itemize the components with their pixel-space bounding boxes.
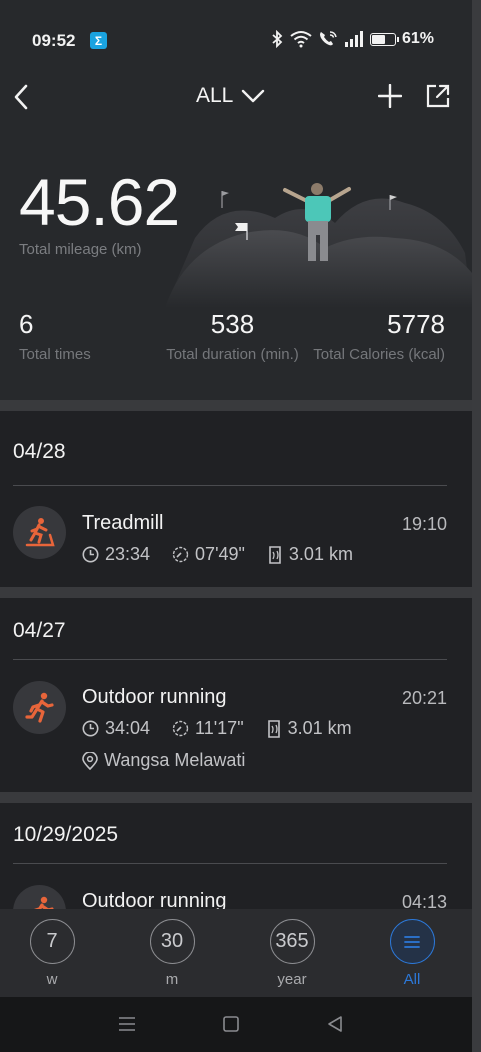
record-section: 04/27 Outdoor running 20:21 34:04 11'17" — [0, 598, 472, 792]
pace-metric: 07'49" — [172, 544, 245, 565]
total-duration-value: 538 — [210, 309, 255, 339]
tab-all-label: All — [403, 971, 421, 988]
stat-total-duration: 538 Total duration (min.) — [161, 309, 304, 363]
summary-header: ALL 45.62 Total mileage (km) 6 Total tim… — [0, 80, 472, 400]
total-mileage-label: Total mileage (km) — [19, 241, 142, 258]
record-location: Wangsa Melawati — [82, 750, 245, 771]
divider — [13, 863, 447, 864]
tab-month[interactable]: 30 m — [142, 919, 202, 988]
location-name: Wangsa Melawati — [104, 750, 246, 770]
signal-icon — [345, 31, 363, 47]
tab-year[interactable]: 365 year — [262, 919, 322, 988]
record-metrics: 23:34 07'49" 3.01 km — [82, 544, 375, 565]
share-icon[interactable] — [426, 84, 450, 108]
tab-week[interactable]: 7 w — [22, 919, 82, 988]
pace-value: 11'17" — [195, 718, 244, 738]
section-separator — [0, 587, 472, 598]
total-times-label: Total times — [19, 346, 91, 363]
route-icon — [269, 545, 281, 564]
divider — [13, 659, 447, 660]
tab-year-label: year — [277, 971, 307, 988]
duration-metric: 34:04 — [82, 718, 150, 739]
chevron-left-icon[interactable] — [10, 82, 36, 112]
distance-value: 3.01 km — [287, 718, 352, 738]
chevron-down-icon — [242, 89, 265, 103]
section-separator — [0, 792, 472, 803]
total-duration-label: Total duration (min.) — [166, 346, 299, 363]
status-time: 09:52 — [32, 31, 76, 50]
system-navigation-bar — [0, 997, 472, 1052]
running-icon — [13, 885, 66, 909]
mountain-illustration — [165, 183, 472, 308]
tab-week-label: w — [46, 971, 58, 988]
record-time: 19:10 — [401, 514, 447, 534]
record-date: 04/27 — [13, 619, 66, 642]
bluetooth-icon — [272, 30, 283, 48]
record-title: Outdoor running — [82, 890, 227, 909]
tab-all[interactable]: All — [382, 919, 442, 988]
record-title: Treadmill — [82, 512, 164, 534]
clock-icon — [82, 720, 99, 737]
distance-value: 3.01 km — [288, 544, 353, 564]
screen-edge — [472, 0, 481, 1052]
stat-total-times: 6 Total times — [19, 309, 91, 363]
record-time: 04:13 — [401, 892, 447, 909]
section-separator — [0, 400, 472, 411]
duration-value: 23:34 — [105, 544, 151, 564]
status-icons: 61% — [270, 30, 434, 48]
treadmill-icon — [13, 506, 66, 559]
back-triangle-icon[interactable] — [324, 1013, 346, 1035]
screen: 09:52 Σ 61% ALL 45.62 Total mileage (km) — [0, 0, 481, 1052]
list-icon — [389, 919, 435, 964]
tab-month-label: m — [165, 971, 179, 988]
status-bar: 09:52 Σ 61% — [0, 0, 472, 80]
record-section: 10/29/2025 Outdoor running 04:13 — [0, 803, 472, 909]
record-title: Outdoor running — [82, 686, 227, 708]
distance-metric: 3.01 km — [267, 544, 353, 565]
divider — [13, 485, 447, 486]
record-date: 04/28 — [13, 440, 66, 463]
route-icon — [267, 719, 280, 738]
total-mileage-value: 45.62 — [19, 165, 180, 239]
distance-metric: 3.01 km — [266, 718, 352, 739]
tab-year-circle: 365 — [269, 919, 315, 964]
plus-icon[interactable] — [378, 84, 402, 108]
total-times-value: 6 — [19, 309, 34, 339]
battery-icon — [370, 32, 399, 46]
pace-icon — [172, 720, 189, 737]
battery-percent: 61% — [402, 30, 435, 47]
clock-icon — [82, 546, 99, 563]
location-pin-icon — [82, 751, 98, 770]
record-time: 20:21 — [401, 688, 447, 708]
app-notification-icon: Σ — [90, 32, 107, 49]
tab-week-circle: 7 — [29, 919, 75, 964]
running-icon — [13, 681, 66, 734]
pace-metric: 11'17" — [172, 718, 244, 739]
pace-value: 07'49" — [195, 544, 245, 564]
stat-total-calories: 5778 Total Calories (kcal) — [306, 309, 445, 363]
filter-dropdown[interactable]: ALL — [196, 84, 265, 108]
duration-metric: 23:34 — [82, 544, 150, 565]
total-calories-value: 5778 — [387, 309, 445, 339]
record-metrics: 34:04 11'17" 3.01 km — [82, 718, 374, 739]
recents-icon[interactable] — [116, 1013, 138, 1035]
total-calories-label: Total Calories (kcal) — [313, 346, 445, 363]
record-date: 10/29/2025 — [13, 823, 119, 846]
pace-icon — [172, 546, 189, 563]
wifi-icon — [290, 31, 312, 48]
home-icon[interactable] — [220, 1013, 242, 1035]
wifi-call-icon — [320, 31, 337, 46]
period-tab-bar: 7 w 30 m 365 year All — [0, 909, 472, 997]
filter-label: ALL — [196, 84, 234, 107]
tab-month-circle: 30 — [149, 919, 195, 964]
record-section: 04/28 Treadmill 19:10 23:34 07'49" 3.01 — [0, 411, 472, 587]
duration-value: 34:04 — [105, 718, 151, 738]
